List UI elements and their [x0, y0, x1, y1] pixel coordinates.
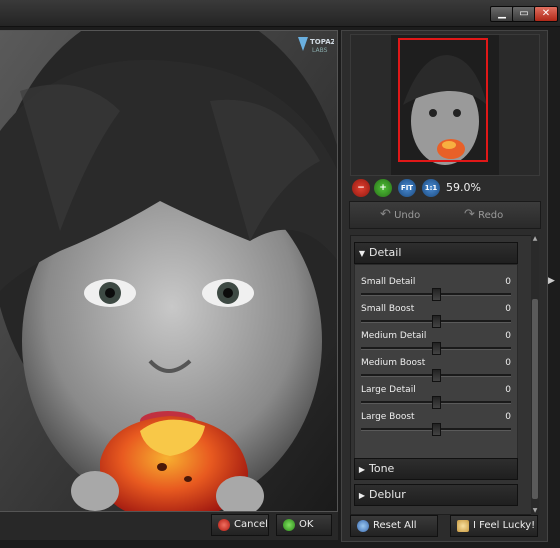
zoom-in-icon[interactable]: + — [374, 179, 392, 197]
ok-label: OK — [299, 519, 314, 530]
history-bar: ↶ Undo ↷ Redo — [349, 201, 541, 229]
redo-button[interactable]: ↷ Redo — [464, 207, 503, 222]
redo-label: Redo — [478, 210, 504, 221]
slider-thumb[interactable] — [432, 288, 441, 301]
bottom-bar: Cancel OK — [0, 512, 338, 540]
param-small-detail[interactable]: Small Detail 0 — [361, 277, 511, 304]
undo-icon: ↶ — [380, 207, 391, 222]
section-detail-header[interactable]: ▼ Detail — [354, 242, 518, 264]
param-value: 0 — [505, 304, 511, 314]
slider-thumb[interactable] — [432, 369, 441, 382]
navigator-thumbnail[interactable] — [350, 34, 540, 176]
param-value: 0 — [505, 412, 511, 422]
minimize-button[interactable]: ▁ — [490, 6, 514, 22]
param-value: 0 — [505, 385, 511, 395]
zoom-out-icon[interactable]: − — [352, 179, 370, 197]
slider-thumb[interactable] — [432, 423, 441, 436]
view-frame[interactable] — [398, 38, 488, 162]
reset-all-button[interactable]: Reset All — [350, 515, 438, 537]
undo-button[interactable]: ↶ Undo — [380, 207, 420, 222]
reset-icon — [357, 520, 369, 532]
feel-lucky-label: I Feel Lucky! — [473, 520, 536, 531]
section-detail-label: Detail — [369, 246, 402, 259]
collapsed-arrow-icon: ▶ — [358, 491, 366, 500]
cancel-icon — [218, 519, 230, 531]
zoom-controls: − + FIT 1:1 59.0% — [350, 179, 540, 197]
param-large-detail[interactable]: Large Detail 0 — [361, 385, 511, 412]
param-medium-boost[interactable]: Medium Boost 0 — [361, 358, 511, 385]
section-detail-body: Small Detail 0 Small Boost 0 Medium Deta… — [354, 264, 518, 462]
param-label: Large Boost — [361, 412, 415, 422]
check-icon — [283, 519, 295, 531]
section-deblur-header[interactable]: ▶ Deblur — [354, 484, 518, 506]
slider-thumb[interactable] — [432, 315, 441, 328]
parameters-scrollbar[interactable]: ▲ ▼ — [531, 235, 539, 515]
actual-size-icon[interactable]: 1:1 — [422, 179, 440, 197]
svg-text:TOPAZ: TOPAZ — [310, 38, 334, 46]
scroll-down-icon[interactable]: ▼ — [531, 507, 539, 515]
scroll-up-icon[interactable]: ▲ — [531, 235, 539, 243]
ok-button[interactable]: OK — [276, 514, 332, 536]
photo-preview[interactable]: TOPAZ LABS — [0, 30, 338, 512]
cancel-button[interactable]: Cancel — [211, 514, 269, 536]
side-panel: − + FIT 1:1 59.0% ↶ Undo ↷ Redo ▼ Detail … — [341, 30, 548, 542]
param-label: Medium Detail — [361, 331, 427, 341]
param-label: Small Boost — [361, 304, 415, 314]
zoom-level: 59.0% — [446, 181, 481, 194]
title-bar: ▁ ▭ ✕ — [0, 0, 560, 27]
param-label: Large Detail — [361, 385, 416, 395]
svg-text:LABS: LABS — [312, 47, 328, 54]
slider-thumb[interactable] — [432, 396, 441, 409]
undo-label: Undo — [394, 210, 421, 221]
reset-all-label: Reset All — [373, 520, 417, 531]
expanded-arrow-icon: ▼ — [358, 249, 366, 258]
feel-lucky-button[interactable]: I Feel Lucky! — [450, 515, 538, 537]
fit-icon[interactable]: FIT — [398, 179, 416, 197]
dice-icon — [457, 520, 469, 532]
cancel-label: Cancel — [234, 519, 268, 530]
param-value: 0 — [505, 331, 511, 341]
maximize-button[interactable]: ▭ — [512, 6, 536, 22]
param-large-boost[interactable]: Large Boost 0 — [361, 412, 511, 439]
param-label: Small Detail — [361, 277, 416, 287]
param-label: Medium Boost — [361, 358, 426, 368]
slider-thumb[interactable] — [432, 342, 441, 355]
param-value: 0 — [505, 277, 511, 287]
scrollbar-thumb[interactable] — [532, 299, 538, 499]
section-tone-label: Tone — [369, 462, 395, 475]
section-deblur-label: Deblur — [369, 488, 406, 501]
section-tone-header[interactable]: ▶ Tone — [354, 458, 518, 480]
param-medium-detail[interactable]: Medium Detail 0 — [361, 331, 511, 358]
panel-expand-icon[interactable]: ▶ — [548, 276, 555, 286]
topaz-logo: TOPAZ LABS — [296, 35, 336, 55]
redo-icon: ↷ — [464, 207, 475, 222]
photo-image — [0, 31, 337, 511]
param-value: 0 — [505, 358, 511, 368]
close-button[interactable]: ✕ — [534, 6, 558, 22]
param-small-boost[interactable]: Small Boost 0 — [361, 304, 511, 331]
collapsed-arrow-icon: ▶ — [358, 465, 366, 474]
parameters-panel: ▼ Detail Small Detail 0 Small Boost 0 Med… — [350, 235, 532, 515]
